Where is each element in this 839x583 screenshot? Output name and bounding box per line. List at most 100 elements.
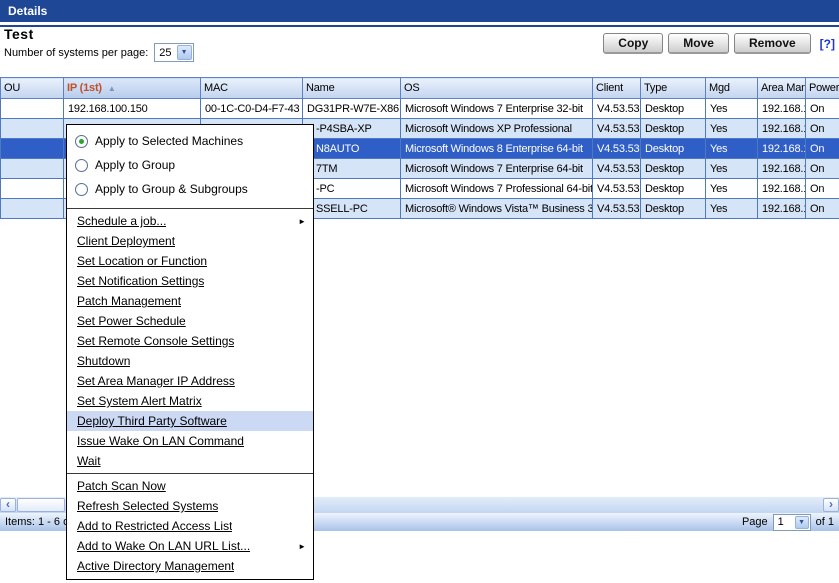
scroll-left-icon[interactable]: ‹: [0, 498, 16, 512]
page-value: 1: [774, 516, 794, 528]
cell-power: On: [806, 159, 839, 179]
cell-area-manager: 192.168.100: [758, 179, 806, 199]
sort-ascending-icon: ▲: [108, 84, 116, 93]
titlebar-rule: [0, 25, 839, 27]
scrollbar-thumb[interactable]: [17, 498, 65, 512]
cell-mgd: Yes: [706, 199, 758, 219]
col-header-client[interactable]: Client: [593, 78, 641, 99]
chevron-down-icon[interactable]: ▼: [795, 516, 809, 529]
cell-os: Microsoft® Windows Vista™ Business 32-bi…: [401, 199, 593, 219]
per-page-select[interactable]: 25 ▼: [154, 43, 193, 62]
table-header-row: OU IP (1st)▲ MAC Name OS Client Type Mgd…: [1, 78, 839, 99]
cell-area-manager: 192.168.100: [758, 139, 806, 159]
cell-client: V4.53.530-I: [593, 99, 641, 119]
cell-area-manager: 192.168.100: [758, 159, 806, 179]
cell-ou: [1, 179, 64, 199]
cell-client: V4.53.530-I: [593, 179, 641, 199]
col-header-ip[interactable]: IP (1st)▲: [64, 78, 201, 99]
per-page-label: Number of systems per page:: [4, 47, 148, 59]
menu-item-set-area-manager-ip-address[interactable]: Set Area Manager IP Address: [67, 371, 313, 391]
titlebar: Details: [0, 0, 839, 22]
menu-separator: [67, 208, 313, 209]
menu-item-shutdown[interactable]: Shutdown: [67, 351, 313, 371]
menu-item-set-power-schedule[interactable]: Set Power Schedule: [67, 311, 313, 331]
page-select[interactable]: 1 ▼: [773, 514, 811, 531]
submenu-arrow-icon: ►: [298, 542, 306, 551]
col-header-mac[interactable]: MAC: [201, 78, 303, 99]
cell-power: On: [806, 199, 839, 219]
cell-ip: 192.168.100.150: [64, 99, 201, 119]
cell-os: Microsoft Windows 7 Enterprise 32-bit: [401, 99, 593, 119]
pager: Page 1 ▼ of 1: [742, 514, 834, 531]
cell-mac: 00-1C-C0-D4-F7-43: [201, 99, 303, 119]
cell-client: V4.53.530-I: [593, 159, 641, 179]
cell-mgd: Yes: [706, 99, 758, 119]
table-row[interactable]: 192.168.100.150 00-1C-C0-D4-F7-43 DG31PR…: [1, 99, 839, 119]
cell-name: N8AUTO: [303, 139, 401, 159]
titlebar-title: Details: [8, 4, 47, 18]
remove-button[interactable]: Remove: [734, 33, 811, 54]
submenu-arrow-icon: ►: [298, 217, 306, 226]
menu-item-schedule-a-job[interactable]: Schedule a job... ►: [67, 211, 313, 231]
cell-ou: [1, 159, 64, 179]
menu-item-set-system-alert-matrix[interactable]: Set System Alert Matrix: [67, 391, 313, 411]
radio-apply-to-selected-machines[interactable]: Apply to Selected Machines: [67, 129, 313, 153]
move-button[interactable]: Move: [668, 33, 729, 54]
radio-unselected-icon: [75, 183, 88, 196]
cell-type: Desktop: [641, 159, 706, 179]
menu-item-deploy-third-party-software[interactable]: Deploy Third Party Software: [67, 411, 313, 431]
col-header-type[interactable]: Type: [641, 78, 706, 99]
cell-mgd: Yes: [706, 159, 758, 179]
cell-name: -PC: [303, 179, 401, 199]
cell-mgd: Yes: [706, 119, 758, 139]
cell-ou: [1, 139, 64, 159]
col-header-ou[interactable]: OU: [1, 78, 64, 99]
cell-power: On: [806, 139, 839, 159]
cell-name: -P4SBA-XP: [303, 119, 401, 139]
cell-ou: [1, 99, 64, 119]
col-header-power[interactable]: Power: [806, 78, 839, 99]
chevron-down-icon[interactable]: ▼: [177, 45, 192, 60]
cell-client: V4.53.530-I: [593, 199, 641, 219]
menu-item-set-notification-settings[interactable]: Set Notification Settings: [67, 271, 313, 291]
menu-item-add-to-restricted-access-list[interactable]: Add to Restricted Access List: [67, 516, 313, 536]
copy-button[interactable]: Copy: [603, 33, 663, 54]
toolbar: Copy Move Remove [?]: [603, 33, 835, 54]
col-header-mgd[interactable]: Mgd: [706, 78, 758, 99]
page-label: Page: [742, 516, 768, 528]
cell-client: V4.53.530-I: [593, 139, 641, 159]
menu-item-wait[interactable]: Wait: [67, 451, 313, 471]
menu-item-patch-management[interactable]: Patch Management: [67, 291, 313, 311]
cell-name: 7TM: [303, 159, 401, 179]
menu-item-active-directory-management[interactable]: Active Directory Management: [67, 556, 313, 576]
radio-label: Apply to Group & Subgroups: [95, 182, 248, 196]
menu-item-set-remote-console-settings[interactable]: Set Remote Console Settings: [67, 331, 313, 351]
cell-type: Desktop: [641, 199, 706, 219]
per-page-row: Number of systems per page: 25 ▼: [4, 43, 194, 62]
cell-name: SSELL-PC: [303, 199, 401, 219]
col-header-os[interactable]: OS: [401, 78, 593, 99]
radio-selected-icon: [75, 135, 88, 148]
col-header-name[interactable]: Name: [303, 78, 401, 99]
cell-ou: [1, 199, 64, 219]
menu-item-patch-scan-now[interactable]: Patch Scan Now: [67, 476, 313, 496]
menu-item-set-location-or-function[interactable]: Set Location or Function: [67, 251, 313, 271]
cell-os: Microsoft Windows 7 Enterprise 64-bit: [401, 159, 593, 179]
menu-item-add-to-wake-on-lan-url-list[interactable]: Add to Wake On LAN URL List... ►: [67, 536, 313, 556]
menu-item-issue-wake-on-lan-command[interactable]: Issue Wake On LAN Command: [67, 431, 313, 451]
radio-apply-to-group[interactable]: Apply to Group: [67, 153, 313, 177]
menu-item-client-deployment[interactable]: Client Deployment: [67, 231, 313, 251]
cell-power: On: [806, 99, 839, 119]
help-link[interactable]: [?]: [820, 37, 835, 51]
col-header-area-manager[interactable]: Area Manag: [758, 78, 806, 99]
cell-os: Microsoft Windows 7 Professional 64-bit: [401, 179, 593, 199]
menu-item-refresh-selected-systems[interactable]: Refresh Selected Systems: [67, 496, 313, 516]
page-title: Test: [4, 26, 34, 42]
radio-unselected-icon: [75, 159, 88, 172]
cell-type: Desktop: [641, 119, 706, 139]
radio-apply-to-group-and-subgroups[interactable]: Apply to Group & Subgroups: [67, 177, 313, 201]
scroll-right-icon[interactable]: ›: [823, 498, 839, 512]
context-menu: Apply to Selected Machines Apply to Grou…: [66, 124, 314, 580]
menu-separator: [67, 473, 313, 474]
cell-area-manager: 192.168.100: [758, 199, 806, 219]
